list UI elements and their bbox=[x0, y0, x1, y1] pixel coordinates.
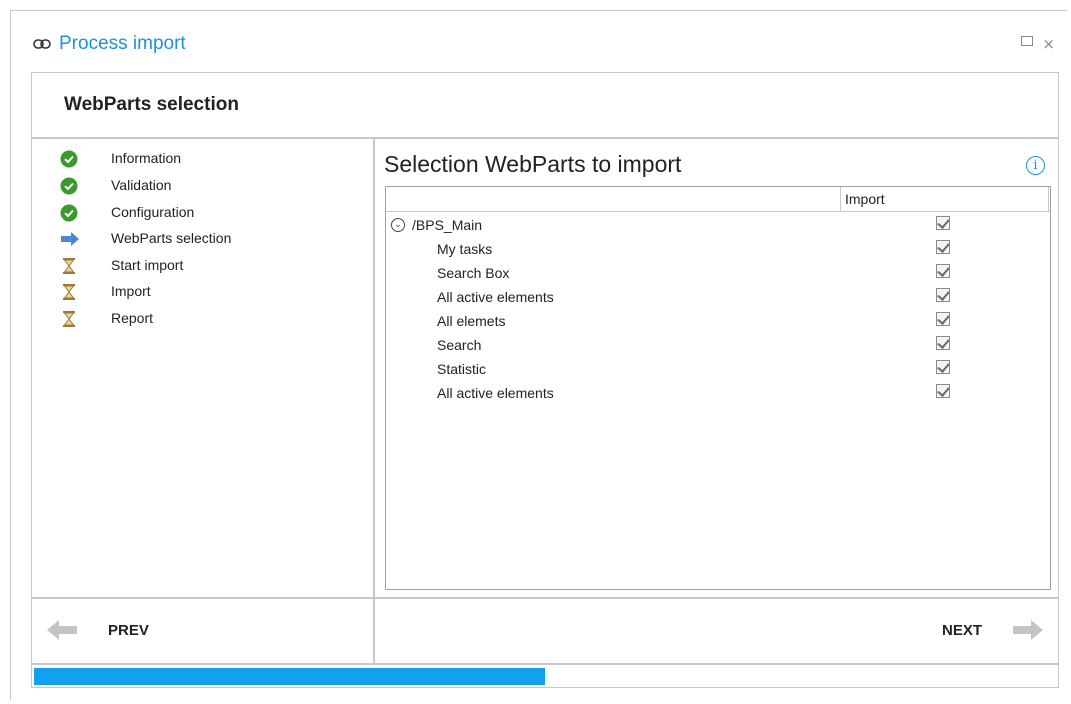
row-label: Statistic bbox=[437, 361, 487, 377]
step-configuration[interactable]: Configuration bbox=[32, 201, 373, 225]
prev-label: PREV bbox=[108, 622, 149, 639]
step-label: Report bbox=[111, 310, 154, 326]
row-label: /BPS_Main bbox=[412, 217, 483, 233]
step-label: Configuration bbox=[111, 204, 195, 220]
import-checkbox[interactable] bbox=[936, 336, 950, 350]
wizard-steps: Information Validation Configuration Web… bbox=[31, 138, 374, 598]
window-title: Process import bbox=[59, 33, 186, 54]
column-header-name[interactable] bbox=[386, 187, 841, 211]
arrow-left-icon bbox=[46, 619, 78, 645]
main-panel: Selection WebParts to import i Import ⌄ … bbox=[374, 138, 1059, 598]
hourglass-icon bbox=[60, 257, 78, 275]
import-checkbox[interactable] bbox=[936, 360, 950, 374]
arrow-right-icon bbox=[1012, 619, 1044, 645]
info-icon[interactable]: i bbox=[1026, 156, 1045, 175]
step-report[interactable]: Report bbox=[32, 307, 373, 331]
import-checkbox[interactable] bbox=[936, 264, 950, 278]
check-circle-icon bbox=[60, 177, 78, 195]
check-circle-icon bbox=[60, 204, 78, 222]
prev-button[interactable]: PREV bbox=[46, 619, 186, 641]
row-label: All elemets bbox=[437, 313, 506, 329]
step-label: Start import bbox=[111, 257, 184, 273]
row-label: Search bbox=[437, 337, 482, 353]
arrow-right-icon bbox=[60, 230, 79, 248]
step-information[interactable]: Information bbox=[32, 147, 373, 171]
step-label: Import bbox=[111, 283, 151, 299]
table-row[interactable]: Search Box bbox=[386, 261, 1050, 285]
progress-fill bbox=[34, 668, 545, 685]
hourglass-icon bbox=[60, 310, 78, 328]
table-row[interactable]: My tasks bbox=[386, 237, 1050, 261]
check-circle-icon bbox=[60, 150, 78, 168]
row-label: My tasks bbox=[437, 241, 493, 257]
close-icon[interactable]: × bbox=[1042, 35, 1055, 53]
grid-header: Import bbox=[386, 187, 1050, 212]
step-label: WebParts selection bbox=[111, 230, 232, 246]
column-header-label: Import bbox=[845, 191, 885, 207]
next-button[interactable]: NEXT bbox=[934, 619, 1044, 641]
table-row[interactable]: All elemets bbox=[386, 309, 1050, 333]
progress-bar bbox=[31, 664, 1059, 688]
page-title: WebParts selection bbox=[64, 94, 239, 115]
table-row[interactable]: Search bbox=[386, 333, 1050, 357]
row-label: Search Box bbox=[437, 265, 510, 281]
step-header: WebParts selection bbox=[31, 72, 1059, 138]
import-checkbox[interactable] bbox=[936, 288, 950, 302]
footer-left: PREV bbox=[31, 598, 374, 664]
hourglass-icon bbox=[60, 283, 78, 301]
table-row[interactable]: Statistic bbox=[386, 357, 1050, 381]
table-row[interactable]: ⌄ /BPS_Main bbox=[386, 213, 1050, 237]
column-header-import[interactable]: Import bbox=[841, 187, 1049, 211]
import-checkbox[interactable] bbox=[936, 216, 950, 230]
step-validation[interactable]: Validation bbox=[32, 174, 373, 198]
import-wizard-window: Process import × WebParts selection Info… bbox=[10, 10, 1067, 700]
row-label: All active elements bbox=[437, 289, 554, 305]
step-import[interactable]: Import bbox=[32, 280, 373, 304]
import-checkbox[interactable] bbox=[936, 312, 950, 326]
step-webparts-selection[interactable]: WebParts selection bbox=[32, 227, 373, 251]
maximize-icon[interactable] bbox=[1021, 36, 1033, 46]
step-label: Information bbox=[111, 150, 182, 166]
webparts-grid: Import ⌄ /BPS_Main My tasks Search Box A… bbox=[385, 186, 1051, 590]
row-label: All active elements bbox=[437, 385, 554, 401]
next-label: NEXT bbox=[942, 622, 983, 639]
import-checkbox[interactable] bbox=[936, 384, 950, 398]
step-start-import[interactable]: Start import bbox=[32, 254, 373, 278]
footer-right: NEXT bbox=[374, 598, 1059, 664]
import-checkbox[interactable] bbox=[936, 240, 950, 254]
title-bar: Process import × bbox=[11, 11, 1067, 73]
link-icon bbox=[33, 37, 53, 55]
table-row[interactable]: All active elements bbox=[386, 381, 1050, 405]
collapse-toggle-icon[interactable]: ⌄ bbox=[391, 218, 405, 232]
table-row[interactable]: All active elements bbox=[386, 285, 1050, 309]
step-label: Validation bbox=[111, 177, 172, 193]
section-title: Selection WebParts to import bbox=[384, 151, 682, 177]
